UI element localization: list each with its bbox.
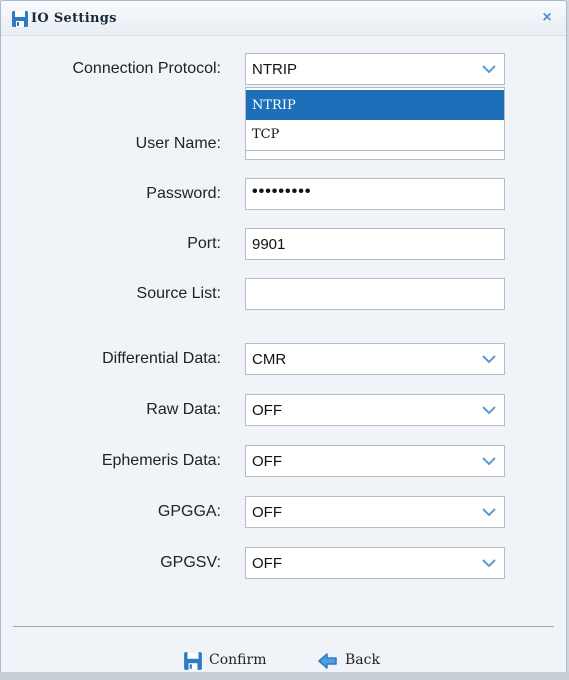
gpgga-label: GPGGA: (157, 503, 221, 520)
source-list-input[interactable] (245, 278, 505, 310)
ephemeris-data-row: Ephemeris Data: OFF (1, 445, 566, 477)
back-arrow-icon (318, 653, 337, 669)
chevron-down-icon[interactable] (482, 355, 496, 364)
chevron-down-icon[interactable] (482, 65, 496, 74)
raw-data-value: OFF (252, 402, 282, 419)
chevron-down-icon[interactable] (482, 457, 496, 466)
gpgsv-select[interactable]: OFF (245, 547, 505, 579)
ephemeris-data-select[interactable]: OFF (245, 445, 505, 477)
password-row: Password: ••••••••• (1, 178, 566, 210)
chevron-down-icon[interactable] (482, 559, 496, 568)
raw-data-row: Raw Data: OFF (1, 394, 566, 426)
footer-divider (13, 626, 554, 627)
chevron-down-icon[interactable] (482, 508, 496, 517)
confirm-label: Confirm (209, 652, 267, 668)
title-bar[interactable]: IO Settings × (1, 1, 566, 36)
differential-data-value: CMR (252, 351, 287, 368)
port-row: Port: 9901 (1, 228, 566, 260)
gpgga-value: OFF (252, 504, 282, 521)
differential-data-label: Differential Data: (102, 350, 221, 367)
password-input[interactable]: ••••••••• (245, 178, 505, 210)
password-label: Password: (146, 185, 221, 202)
raw-data-select[interactable]: OFF (245, 394, 505, 426)
confirm-button[interactable]: Confirm (183, 650, 293, 672)
connection-protocol-label: Connection Protocol: (72, 60, 221, 77)
dialog-title: IO Settings (31, 11, 117, 26)
save-icon (184, 652, 202, 670)
bottom-strip (0, 672, 569, 680)
gpgga-select[interactable]: OFF (245, 496, 505, 528)
close-icon[interactable]: × (538, 9, 556, 27)
ephemeris-data-label: Ephemeris Data: (101, 452, 221, 469)
back-label: Back (345, 652, 380, 668)
chevron-down-icon[interactable] (482, 406, 496, 415)
connection-protocol-value: NTRIP (252, 61, 297, 78)
differential-data-row: Differential Data: CMR (1, 343, 566, 375)
ephemeris-data-value: OFF (252, 453, 282, 470)
password-value: ••••••••• (252, 183, 312, 200)
port-label: Port: (187, 235, 221, 252)
gpgsv-row: GPGSV: OFF (1, 547, 566, 579)
io-settings-dialog: IO Settings × Connection Protocol: NTRIP… (0, 0, 567, 674)
gpgsv-label: GPGSV: (160, 554, 221, 571)
differential-data-select[interactable]: CMR (245, 343, 505, 375)
gpgga-row: GPGGA: OFF (1, 496, 566, 528)
port-input[interactable]: 9901 (245, 228, 505, 260)
save-icon (12, 11, 28, 27)
dropdown-option-tcp[interactable]: TCP (246, 119, 504, 149)
source-list-row: Source List: (1, 278, 566, 310)
gpgsv-value: OFF (252, 555, 282, 572)
connection-protocol-dropdown: NTRIP TCP (245, 87, 505, 151)
back-button[interactable]: Back (317, 650, 397, 672)
raw-data-label: Raw Data: (146, 401, 221, 418)
user-name-label: User Name: (135, 135, 221, 152)
connection-protocol-row: Connection Protocol: NTRIP (1, 53, 566, 85)
source-list-label: Source List: (136, 285, 221, 302)
connection-protocol-select[interactable]: NTRIP (245, 53, 505, 85)
port-value: 9901 (252, 236, 286, 253)
dropdown-option-ntrip[interactable]: NTRIP (246, 90, 504, 120)
